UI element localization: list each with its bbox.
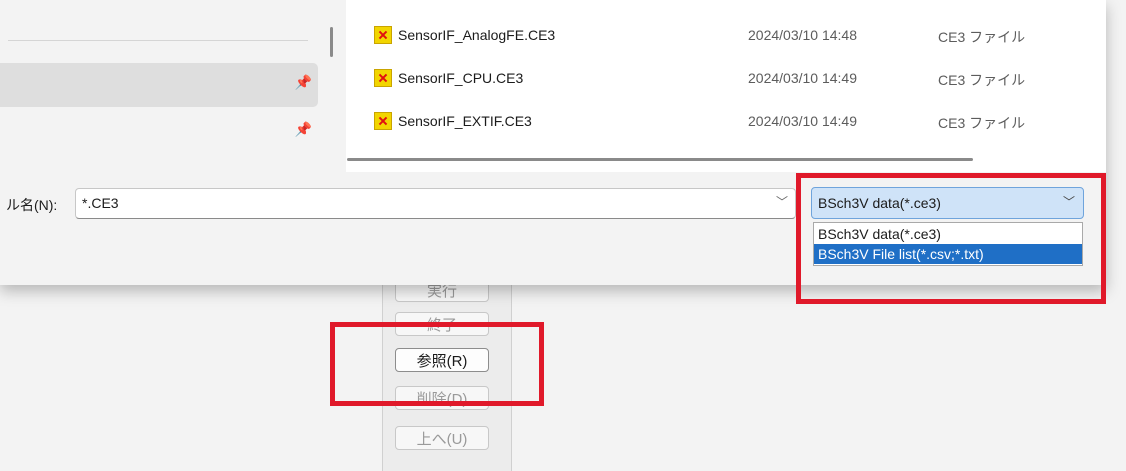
file-date: 2024/03/10 14:49 xyxy=(748,113,857,129)
pin-icon[interactable]: 📌 xyxy=(295,74,312,91)
file-row[interactable]: SensorIF_AnalogFE.CE3 2024/03/10 14:48 C… xyxy=(346,14,1106,57)
file-type: CE3 ファイル xyxy=(938,29,1026,45)
ce3-file-icon xyxy=(374,69,392,87)
file-name: SensorIF_CPU.CE3 xyxy=(398,70,524,86)
nav-item-pinned-2[interactable]: 📌 xyxy=(0,110,318,154)
nav-item-pinned-1[interactable]: 📌 xyxy=(0,63,318,107)
ce3-file-icon xyxy=(374,26,392,44)
file-date: 2024/03/10 14:48 xyxy=(748,27,857,43)
highlight-box xyxy=(330,322,544,406)
file-type: CE3 ファイル xyxy=(938,115,1026,131)
filename-input[interactable]: *.CE3 xyxy=(75,188,796,219)
file-row[interactable]: SensorIF_EXTIF.CE3 2024/03/10 14:49 CE3 … xyxy=(346,100,1106,143)
horizontal-scrollbar[interactable] xyxy=(347,158,973,161)
navigation-pane: 📌 📌 xyxy=(0,0,330,172)
file-type: CE3 ファイル xyxy=(938,72,1026,88)
file-date: 2024/03/10 14:49 xyxy=(748,70,857,86)
file-name: SensorIF_AnalogFE.CE3 xyxy=(398,27,556,43)
file-row[interactable]: SensorIF_CPU.CE3 2024/03/10 14:49 CE3 ファ… xyxy=(346,57,1106,100)
chevron-down-icon[interactable]: ﹀ xyxy=(776,193,788,210)
ce3-file-icon xyxy=(374,112,392,130)
pin-icon[interactable]: 📌 xyxy=(295,121,312,138)
filename-label: ル名(N): xyxy=(6,197,58,213)
nav-divider xyxy=(8,40,308,41)
file-list: SensorIF_AnalogFE.CE3 2024/03/10 14:48 C… xyxy=(346,0,1106,172)
vertical-scrollbar[interactable] xyxy=(330,27,333,57)
highlight-box xyxy=(796,173,1106,304)
file-name: SensorIF_EXTIF.CE3 xyxy=(398,113,532,129)
move-up-button[interactable]: 上へ(U) xyxy=(395,426,489,450)
